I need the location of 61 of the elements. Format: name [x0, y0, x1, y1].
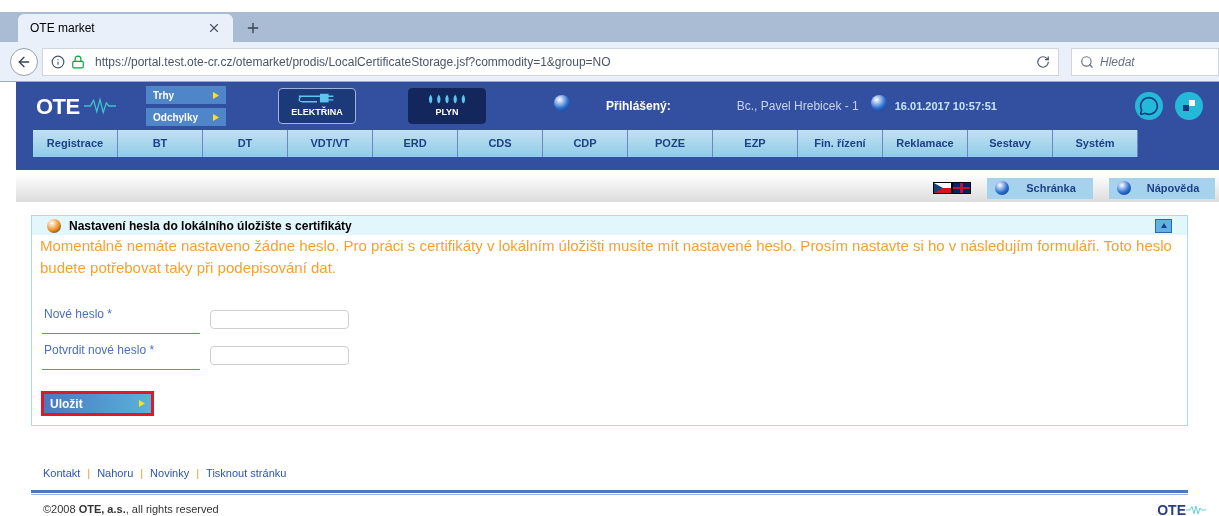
market-button[interactable]: Odchylky [146, 108, 226, 126]
lock-icon [71, 54, 85, 69]
wave-icon [83, 96, 116, 116]
search-field[interactable]: Hledat [1071, 47, 1219, 76]
password-field[interactable] [210, 309, 349, 329]
info-icon[interactable] [51, 54, 65, 69]
panel-title: Nastavení hesla do lokálního úložište s certifikáty [69, 217, 352, 235]
toolbar-button[interactable]: Nápověda [1109, 177, 1215, 199]
menu-tab[interactable]: CDS [458, 130, 543, 157]
arrow-right-icon [139, 400, 145, 407]
chat-icon[interactable] [1135, 92, 1163, 120]
new-tab-icon[interactable] [245, 20, 261, 36]
footer-link[interactable]: Tisknout stránku [206, 465, 287, 482]
footer-link[interactable]: Kontakt [43, 465, 81, 482]
commodity-button[interactable]: PLYN [408, 88, 486, 124]
search-icon [1080, 54, 1094, 69]
menu-tab[interactable]: DT [203, 130, 288, 157]
address-field[interactable]: https://portal.test.ote-cr.cz/otemarket/prodis/LocalCertificateStorage.jsf?commodity=1&group=NO [42, 47, 1059, 76]
menu-tab[interactable]: Systém [1053, 130, 1138, 157]
menu-tab[interactable]: Reklamace [883, 130, 968, 157]
save-button[interactable]: Uložit [41, 391, 154, 416]
menu-tab[interactable]: VDT/VT [288, 130, 373, 157]
wave-icon [1186, 503, 1206, 516]
site-logo: OTE [36, 92, 80, 121]
user-name: Bc., Pavel Hrebicek - 1 [736, 98, 859, 115]
caret-up-icon [1160, 222, 1167, 229]
copyright-text: ©2008 OTE, a.s., all rights reserved [43, 503, 219, 516]
menu-tab[interactable]: EZP [713, 130, 798, 157]
logged-label: Přihlášený: [606, 98, 671, 115]
toolbar-button[interactable]: Schránka [987, 177, 1093, 199]
info-message: Momentálně nemáte nastaveno žádne heslo. Pro práci s certifikáty v lokálním úložišti musíte mít nastavené heslo. Prosím nastavte si ho v následujím formuláři. Toto heslo budete potřebovat taky při podepisování dat. [39, 236, 1173, 278]
url-text: https://portal.test.ote-cr.cz/otemarket/prodis/LocalCertificateStorage.jsf?commodity=1&group=NO [95, 53, 612, 71]
footer-link[interactable]: Nahoru [97, 465, 134, 482]
separator: | [196, 466, 200, 481]
back-button[interactable] [10, 47, 38, 76]
menu-tab[interactable]: ERD [373, 130, 458, 157]
uk-flag-icon[interactable] [952, 182, 971, 194]
menu-tab[interactable]: Registrace [33, 130, 118, 157]
browser-tab[interactable]: OTE market [18, 14, 233, 42]
footer-link[interactable]: Novinky [150, 465, 190, 482]
date-time: 16.01.2017 10:57:51 [894, 98, 997, 114]
czech-flag-icon[interactable] [933, 182, 952, 194]
reload-icon[interactable] [1036, 54, 1050, 69]
commodity-button[interactable]: ELEKTŘINA [278, 88, 356, 124]
separator: | [140, 466, 144, 481]
market-button[interactable]: Trhy [146, 86, 226, 104]
arrow-right-icon [213, 91, 219, 99]
close-icon[interactable] [207, 21, 221, 35]
field-label: Nové heslo * [42, 304, 200, 334]
password-field[interactable] [210, 345, 349, 365]
field-label: Potvrdit nové heslo * [42, 340, 200, 370]
footer-logo: OTE [1157, 502, 1186, 516]
menu-tab[interactable]: Sestavy [968, 130, 1053, 157]
windows-icon[interactable] [1175, 92, 1203, 120]
menu-tab[interactable]: POZE [628, 130, 713, 157]
menu-tab[interactable]: CDP [543, 130, 628, 157]
menu-tab[interactable]: Fin. řízení [798, 130, 883, 157]
separator: | [87, 466, 91, 481]
collapse-button[interactable] [1155, 218, 1172, 233]
menu-tab[interactable]: BT [118, 130, 203, 157]
arrow-right-icon [213, 113, 219, 121]
